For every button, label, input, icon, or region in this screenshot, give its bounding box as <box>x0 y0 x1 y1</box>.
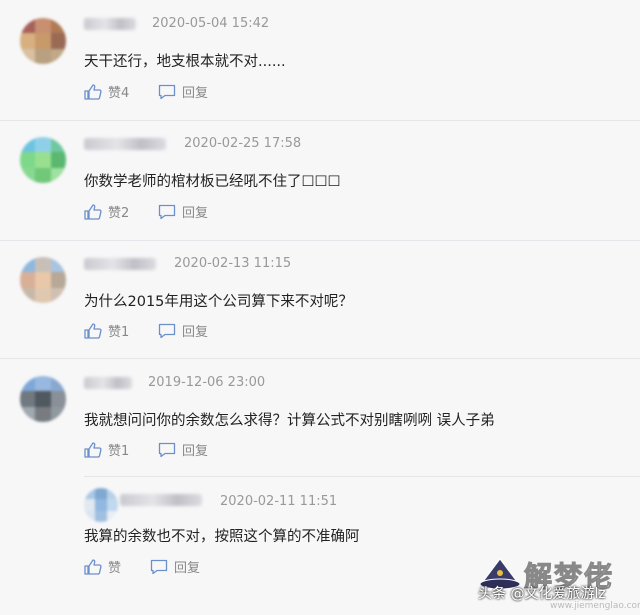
reply-avatar[interactable] <box>84 488 118 522</box>
reply-button[interactable]: 回复 <box>158 440 208 459</box>
avatar-pixel <box>35 167 52 183</box>
avatar-pixel <box>50 152 66 169</box>
comment-icon <box>150 559 168 574</box>
reply-label: 回复 <box>182 86 209 101</box>
thumbs-up-icon <box>84 322 102 339</box>
avatar-pixel <box>35 391 52 408</box>
reply-label: 回复 <box>182 325 209 340</box>
avatar-pixel <box>20 48 37 64</box>
thumbs-up-icon <box>84 441 102 458</box>
username-blurred[interactable] <box>120 494 202 506</box>
avatar-pixel <box>35 272 52 289</box>
avatar-pixel <box>50 167 66 183</box>
watermark: 解梦佬 头条 @文化爱旅游lz www.jiemenglao.com <box>470 555 640 615</box>
comment-text: 我就想问问你的余数怎么求得？计算公式不对别瞎咧咧 误人子弟 <box>84 413 495 429</box>
avatar-pixel <box>20 33 37 50</box>
avatar-pixel <box>35 48 52 64</box>
avatar-pixel <box>20 152 37 169</box>
avatar[interactable] <box>20 376 66 422</box>
avatar-pixel <box>35 287 52 303</box>
avatar-pixel <box>106 510 118 522</box>
avatar-pixel <box>20 391 37 408</box>
divider <box>0 358 640 359</box>
thumbs-up-icon <box>84 203 102 220</box>
avatar-pixel <box>50 48 66 64</box>
avatar-pixel <box>50 33 66 50</box>
comment-time: 2020-02-13 11:15 <box>174 256 292 271</box>
comment-time: 2020-05-04 15:42 <box>152 16 270 31</box>
avatar-pixel <box>50 137 66 154</box>
avatar-pixel <box>20 18 37 35</box>
like-button[interactable]: 赞1 <box>84 321 129 340</box>
avatar-pixel <box>20 376 37 393</box>
avatar-pixel <box>50 376 66 393</box>
reply-button[interactable]: 回复 <box>150 557 200 576</box>
comment-text: 天干还行，地支根本就不对...... <box>84 54 286 70</box>
reply-label: 回复 <box>182 444 209 459</box>
reply-button[interactable]: 回复 <box>158 321 208 340</box>
like-button[interactable]: 赞1 <box>84 440 129 459</box>
reply-label: 回复 <box>182 206 209 221</box>
avatar[interactable] <box>20 137 66 183</box>
reply-label: 回复 <box>174 561 201 576</box>
reply-text: 我算的余数也不对，按照这个算的不准确阿 <box>84 529 360 545</box>
avatar-pixel <box>20 406 37 422</box>
avatar-pixel <box>35 152 52 169</box>
comment-time: 2019-12-06 23:00 <box>148 375 266 390</box>
avatar[interactable] <box>20 257 66 303</box>
avatar-pixel <box>50 18 66 35</box>
avatar-pixel <box>35 33 52 50</box>
reply-button[interactable]: 回复 <box>158 82 208 101</box>
avatar-pixel <box>35 406 52 422</box>
like-count: 赞1 <box>108 444 130 459</box>
comment-icon <box>158 204 176 219</box>
comment-icon <box>158 323 176 338</box>
like-button[interactable]: 赞 <box>84 557 121 576</box>
username-blurred[interactable] <box>84 377 132 389</box>
avatar-pixel <box>50 287 66 303</box>
avatar-pixel <box>20 257 37 274</box>
avatar-pixel <box>50 391 66 408</box>
avatar-pixel <box>50 257 66 274</box>
divider <box>0 120 640 121</box>
username-blurred[interactable] <box>84 258 156 270</box>
like-count: 赞 <box>108 561 122 576</box>
like-count: 赞2 <box>108 206 130 221</box>
username-blurred[interactable] <box>84 18 136 30</box>
like-button[interactable]: 赞4 <box>84 82 129 101</box>
reply-button[interactable]: 回复 <box>158 202 208 221</box>
comment-icon <box>158 442 176 457</box>
comment-text: 为什么2015年用这个公司算下来不对呢？ <box>84 294 353 310</box>
like-count: 赞1 <box>108 325 130 340</box>
username-blurred[interactable] <box>84 138 166 150</box>
avatar-pixel <box>35 257 52 274</box>
avatar-pixel <box>20 272 37 289</box>
avatar-pixel <box>20 167 37 183</box>
reply-time: 2020-02-11 11:51 <box>220 494 338 509</box>
avatar-pixel <box>35 137 52 154</box>
avatar-pixel <box>20 137 37 154</box>
thumbs-up-icon <box>84 83 102 100</box>
watermark-source: 头条 @文化爱旅游lz <box>478 586 606 602</box>
comment-text: 你数学老师的棺材板已经吼不住了☐☐☐ <box>84 174 341 190</box>
avatar-pixel <box>35 18 52 35</box>
watermark-url: www.jiemenglao.com <box>550 601 640 611</box>
like-button[interactable]: 赞2 <box>84 202 129 221</box>
thumbs-up-icon <box>84 558 102 575</box>
divider <box>84 476 640 477</box>
comment-icon <box>158 84 176 99</box>
avatar-pixel <box>50 406 66 422</box>
divider <box>0 240 640 241</box>
avatar-pixel <box>35 376 52 393</box>
avatar[interactable] <box>20 18 66 64</box>
avatar-pixel <box>20 287 37 303</box>
comment-time: 2020-02-25 17:58 <box>184 136 302 151</box>
like-count: 赞4 <box>108 86 130 101</box>
avatar-pixel <box>50 272 66 289</box>
